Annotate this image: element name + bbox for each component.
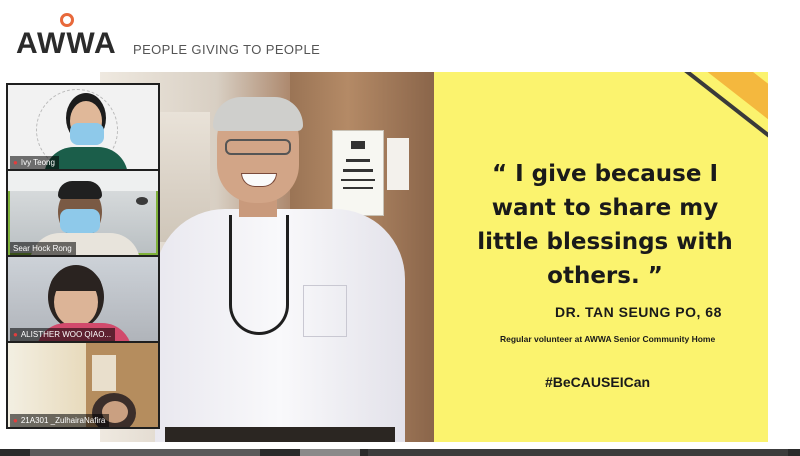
participant-tile[interactable]: ● Ivy Teong bbox=[8, 85, 158, 169]
participant-name-tag: ● 21A301 _ZulhairaNafira bbox=[10, 414, 110, 427]
doctor-figure bbox=[155, 97, 405, 442]
author-role: Regular volunteer at AWWA Senior Communi… bbox=[500, 334, 716, 344]
participant-name-tag: ● Ivy Teong bbox=[10, 156, 59, 169]
shared-screen-slide: “ I give because I want to share my litt… bbox=[100, 72, 768, 442]
bottom-bar bbox=[0, 449, 800, 456]
campaign-hashtag: #BeCAUSEICan bbox=[545, 374, 651, 390]
tagline: PEOPLE GIVING TO PEOPLE bbox=[133, 42, 321, 57]
awwa-logo: AWWA bbox=[16, 27, 117, 60]
participant-tile[interactable]: ● ALISTHER WOO QIAO... bbox=[8, 257, 158, 341]
slide-quote: “ I give because I want to share my litt… bbox=[477, 161, 733, 289]
participant-tile[interactable]: ● 21A301 _ZulhairaNafira bbox=[8, 343, 158, 427]
participant-gallery: ● Ivy Teong Sear Hock Rong ● ALISTHER WOO … bbox=[6, 83, 160, 429]
stethoscope-icon bbox=[229, 215, 289, 335]
muted-mic-icon: ● bbox=[13, 416, 18, 425]
muted-mic-icon: ● bbox=[13, 330, 18, 339]
participant-name-tag: Sear Hock Rong bbox=[10, 242, 76, 255]
muted-mic-icon: ● bbox=[13, 158, 18, 167]
participant-tile-active-speaker[interactable]: Sear Hock Rong bbox=[8, 171, 158, 255]
logo-ring-icon bbox=[60, 13, 74, 27]
participant-name-tag: ● ALISTHER WOO QIAO... bbox=[10, 328, 116, 341]
quote-author: DR. TAN SEUNG PO, 68 bbox=[555, 304, 722, 320]
